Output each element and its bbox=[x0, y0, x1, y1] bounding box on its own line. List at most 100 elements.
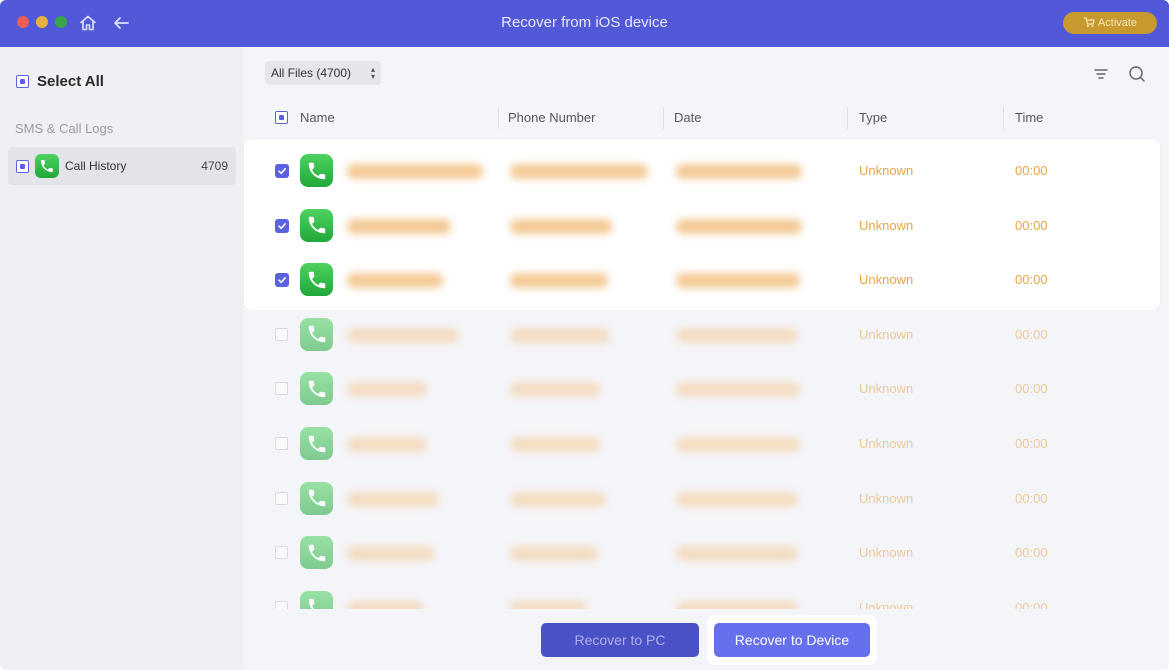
type-cell: Unknown bbox=[859, 490, 914, 506]
redacted-date bbox=[676, 437, 800, 452]
column-divider bbox=[663, 107, 664, 129]
redacted-name bbox=[347, 218, 451, 234]
table-row[interactable]: Unknown 00:00 bbox=[243, 362, 1169, 416]
time-cell: 00:00 bbox=[1015, 490, 1048, 506]
file-filter-dropdown[interactable]: All Files (4700) ▴ ▾ bbox=[265, 61, 381, 85]
redacted-phone-number bbox=[510, 273, 608, 289]
redacted-phone-number bbox=[510, 437, 600, 452]
redacted-name bbox=[347, 600, 423, 609]
redacted-date bbox=[676, 491, 798, 507]
column-header-date[interactable]: Date bbox=[674, 110, 701, 125]
dropdown-arrows-icon: ▴ ▾ bbox=[370, 65, 375, 81]
redacted-name bbox=[347, 273, 443, 289]
table-row[interactable]: Unknown 00:00 bbox=[243, 253, 1169, 307]
row-checkbox[interactable] bbox=[275, 600, 288, 609]
redacted-phone-number bbox=[510, 164, 648, 179]
recover-to-device-button[interactable]: Recover to Device bbox=[714, 623, 870, 657]
table-row[interactable]: Unknown 00:00 bbox=[243, 581, 1169, 609]
redacted-date bbox=[676, 382, 800, 398]
type-cell: Unknown bbox=[859, 545, 914, 561]
redacted-name bbox=[347, 546, 435, 562]
call-history-checkbox[interactable] bbox=[16, 159, 29, 173]
time-cell: 00:00 bbox=[1015, 163, 1048, 178]
column-header-name[interactable]: Name bbox=[300, 110, 335, 125]
select-all-checkbox[interactable]: Select All bbox=[16, 73, 104, 90]
table-row[interactable]: Unknown 00:00 bbox=[243, 144, 1169, 198]
title-bar: Recover from iOS device Activate bbox=[0, 0, 1169, 47]
activate-button[interactable]: Activate bbox=[1063, 12, 1157, 34]
zoom-window-button[interactable] bbox=[55, 16, 67, 28]
phone-icon bbox=[300, 208, 333, 242]
recover-to-device-highlight: Recover to Device bbox=[707, 615, 877, 665]
sidebar: Select All SMS & Call Logs Call History … bbox=[0, 47, 243, 670]
column-divider bbox=[498, 107, 499, 129]
sidebar-item-call-history[interactable]: Call History 4709 bbox=[8, 147, 236, 185]
time-cell: 00:00 bbox=[1015, 272, 1048, 288]
close-window-button[interactable] bbox=[17, 16, 29, 28]
redacted-name bbox=[347, 382, 427, 398]
window-controls bbox=[17, 16, 67, 28]
table-row[interactable]: Unknown 00:00 bbox=[243, 417, 1169, 471]
type-cell: Unknown bbox=[859, 326, 914, 342]
search-icon[interactable] bbox=[1127, 64, 1147, 84]
sidebar-item-label: Call History bbox=[65, 159, 127, 173]
row-checkbox[interactable] bbox=[275, 327, 288, 341]
phone-icon bbox=[300, 154, 333, 187]
back-arrow-icon[interactable] bbox=[110, 12, 132, 34]
table-row[interactable]: Unknown 00:00 bbox=[243, 526, 1169, 580]
row-checkbox[interactable] bbox=[275, 273, 289, 288]
row-checkbox[interactable] bbox=[275, 382, 288, 396]
row-checkbox[interactable] bbox=[275, 218, 289, 233]
table-row[interactable]: Unknown 00:00 bbox=[243, 472, 1169, 526]
redacted-date bbox=[676, 273, 800, 289]
phone-icon bbox=[300, 481, 333, 515]
phone-icon bbox=[300, 590, 333, 609]
phone-icon bbox=[35, 154, 59, 178]
row-checkbox[interactable] bbox=[275, 164, 289, 178]
footer-bar: Recover to PC Recover to Device bbox=[243, 609, 1169, 670]
type-cell: Unknown bbox=[859, 381, 914, 397]
phone-icon bbox=[300, 317, 333, 351]
phone-icon bbox=[300, 263, 333, 297]
time-cell: 00:00 bbox=[1015, 436, 1048, 451]
type-cell: Unknown bbox=[859, 436, 914, 451]
redacted-phone-number bbox=[510, 218, 612, 234]
type-cell: Unknown bbox=[859, 163, 914, 178]
sidebar-section-label: SMS & Call Logs bbox=[15, 121, 114, 136]
redacted-name bbox=[347, 437, 427, 452]
type-cell: Unknown bbox=[859, 272, 914, 288]
phone-icon bbox=[300, 427, 333, 460]
column-header-phone[interactable]: Phone Number bbox=[508, 110, 595, 125]
redacted-date bbox=[676, 218, 802, 234]
redacted-date bbox=[676, 327, 798, 343]
redacted-phone-number bbox=[510, 600, 586, 609]
column-header-time[interactable]: Time bbox=[1015, 110, 1043, 125]
minimize-window-button[interactable] bbox=[36, 16, 48, 28]
time-cell: 00:00 bbox=[1015, 326, 1048, 342]
redacted-name bbox=[347, 491, 439, 507]
phone-icon bbox=[300, 536, 333, 570]
home-icon[interactable] bbox=[77, 12, 99, 34]
header-select-checkbox[interactable] bbox=[275, 111, 288, 124]
redacted-date bbox=[676, 600, 798, 609]
window-title: Recover from iOS device bbox=[501, 14, 668, 31]
table-header: Name Phone Number Date Type Time bbox=[243, 103, 1169, 133]
row-checkbox[interactable] bbox=[275, 491, 288, 505]
row-checkbox[interactable] bbox=[275, 437, 288, 450]
time-cell: 00:00 bbox=[1015, 381, 1048, 397]
select-all-check-indicator[interactable] bbox=[16, 75, 29, 88]
sort-filter-icon[interactable] bbox=[1091, 64, 1111, 84]
table-row[interactable]: Unknown 00:00 bbox=[243, 308, 1169, 362]
activate-label: Activate bbox=[1097, 17, 1138, 29]
redacted-phone-number bbox=[510, 382, 600, 398]
redacted-phone-number bbox=[510, 327, 610, 343]
app-window: Recover from iOS device Activate Select … bbox=[0, 0, 1169, 670]
column-divider bbox=[1003, 107, 1004, 129]
table-row[interactable]: Unknown 00:00 bbox=[243, 199, 1169, 253]
recover-to-pc-button[interactable]: Recover to PC bbox=[541, 623, 699, 657]
row-checkbox[interactable] bbox=[275, 546, 288, 560]
time-cell: 00:00 bbox=[1015, 217, 1048, 233]
redacted-name bbox=[347, 327, 459, 343]
redacted-phone-number bbox=[510, 546, 598, 562]
column-header-type[interactable]: Type bbox=[859, 110, 887, 125]
